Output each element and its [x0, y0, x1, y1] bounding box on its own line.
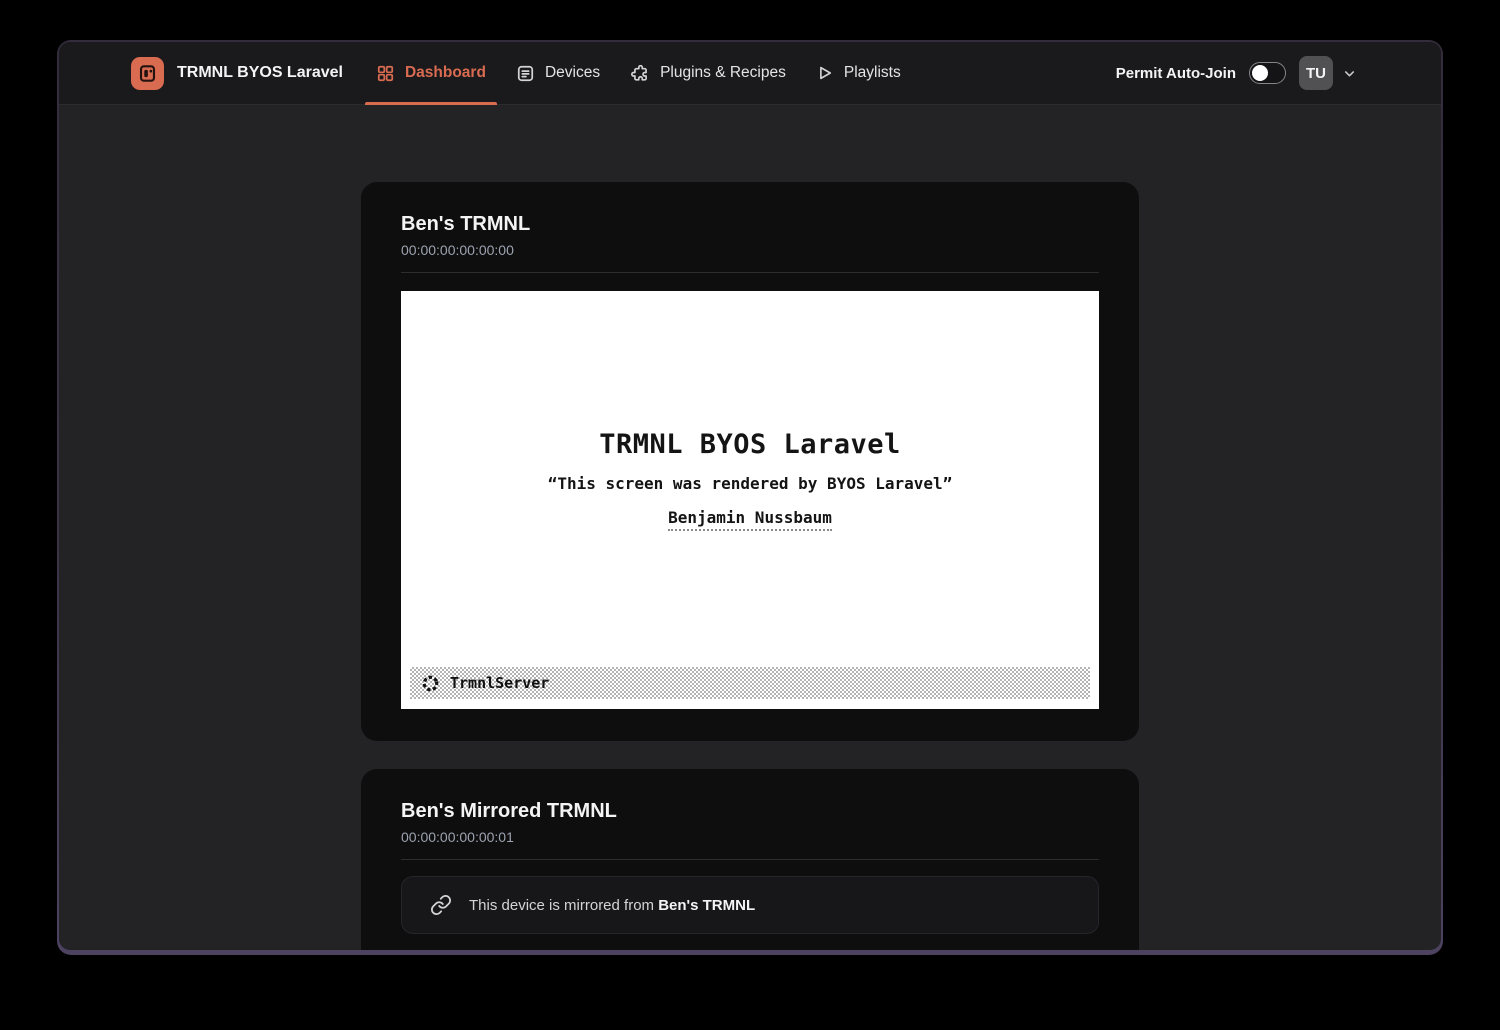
- tab-label: Devices: [545, 64, 600, 82]
- app-title: TRMNL BYOS Laravel: [177, 64, 343, 82]
- tab-devices[interactable]: Devices: [505, 42, 611, 104]
- tab-plugins-recipes[interactable]: Plugins & Recipes: [619, 42, 797, 104]
- chevron-down-icon[interactable]: [1342, 66, 1357, 81]
- mirror-source-device: Ben's TRMNL: [658, 897, 755, 914]
- tab-label: Dashboard: [405, 64, 486, 82]
- mirror-note-prefix: This device is mirrored from: [469, 897, 658, 914]
- permit-auto-join-toggle[interactable]: [1249, 62, 1286, 84]
- tab-label: Plugins & Recipes: [660, 64, 786, 82]
- tab-playlists[interactable]: Playlists: [805, 42, 912, 104]
- puzzle-icon: [630, 63, 650, 83]
- screen-server-badge: TrmnlServer: [410, 667, 1090, 699]
- devices-icon: [516, 64, 535, 83]
- link-icon: [430, 894, 452, 916]
- app-window: TRMNL BYOS Laravel Dashboard: [59, 42, 1441, 950]
- device-name: Ben's TRMNL: [401, 212, 1099, 236]
- main-content: Ben's TRMNL 00:00:00:00:00:00 TRMNL BYOS…: [59, 105, 1441, 950]
- toggle-knob: [1252, 65, 1268, 81]
- screen-title: TRMNL BYOS Laravel: [401, 429, 1099, 460]
- device-screen-preview: TRMNL BYOS Laravel “This screen was rend…: [401, 291, 1099, 709]
- trmnl-logo-icon: [131, 57, 164, 90]
- screen-author-row: Benjamin Nussbaum: [401, 508, 1099, 531]
- nav-tabs: Dashboard Devices: [365, 42, 912, 104]
- divider: [401, 272, 1099, 273]
- device-card-bens-trmnl: Ben's TRMNL 00:00:00:00:00:00 TRMNL BYOS…: [361, 182, 1139, 741]
- brand: TRMNL BYOS Laravel: [131, 42, 343, 104]
- nav-right-group: Permit Auto-Join TU: [1116, 42, 1357, 104]
- device-card-bens-mirrored-trmnl: Ben's Mirrored TRMNL 00:00:00:00:00:01 T…: [361, 769, 1139, 950]
- screen-author-link: Benjamin Nussbaum: [668, 508, 832, 531]
- top-navbar: TRMNL BYOS Laravel Dashboard: [59, 42, 1441, 105]
- play-icon: [816, 64, 834, 82]
- permit-auto-join-label: Permit Auto-Join: [1116, 65, 1236, 82]
- screen-quote: “This screen was rendered by BYOS Larave…: [401, 474, 1099, 493]
- divider: [401, 859, 1099, 860]
- mirror-info-box: This device is mirrored from Ben's TRMNL: [401, 876, 1099, 934]
- spinner-icon: [421, 674, 440, 693]
- device-name: Ben's Mirrored TRMNL: [401, 799, 1099, 823]
- tab-label: Playlists: [844, 64, 901, 82]
- dashboard-grid-icon: [376, 64, 395, 83]
- device-mac-address: 00:00:00:00:00:01: [401, 829, 1099, 845]
- device-mac-address: 00:00:00:00:00:00: [401, 242, 1099, 258]
- user-avatar[interactable]: TU: [1299, 56, 1333, 90]
- app-window-frame: TRMNL BYOS Laravel Dashboard: [57, 40, 1443, 955]
- tab-dashboard[interactable]: Dashboard: [365, 42, 497, 104]
- mirror-note: This device is mirrored from Ben's TRMNL: [469, 897, 755, 914]
- server-badge-label: TrmnlServer: [450, 674, 549, 692]
